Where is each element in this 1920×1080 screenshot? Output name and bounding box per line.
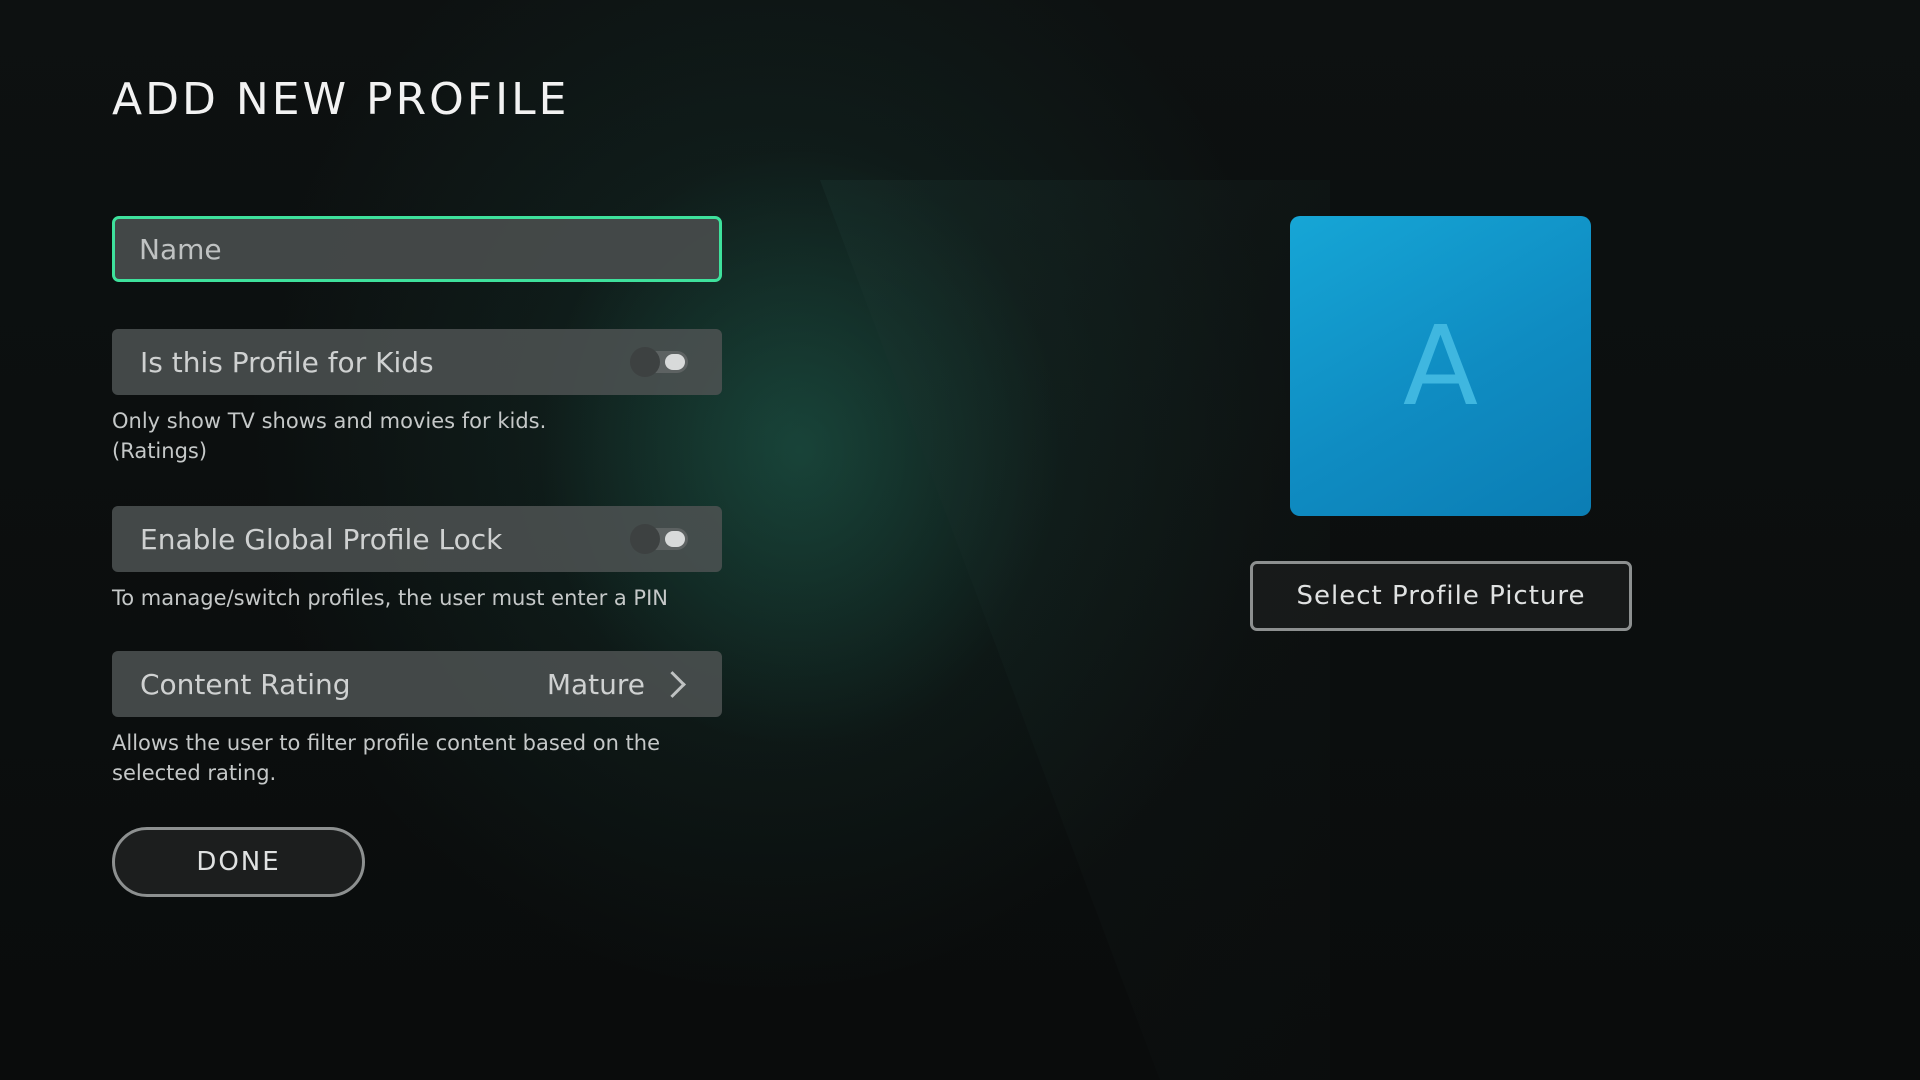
content-rating-value: Mature (546, 667, 645, 701)
global-lock-toggle-row[interactable]: Enable Global Profile Lock (112, 506, 722, 572)
toggle-knob (630, 524, 660, 554)
toggle-track-end (665, 354, 685, 370)
kids-profile-label: Is this Profile for Kids (140, 345, 434, 379)
kids-profile-toggle-row[interactable]: Is this Profile for Kids (112, 329, 722, 395)
profile-avatar: A (1290, 216, 1591, 516)
kids-profile-toggle[interactable] (630, 347, 688, 377)
content-rating-row[interactable]: Content Rating Mature (112, 651, 722, 717)
content-rating-label: Content Rating (140, 667, 351, 701)
name-input[interactable] (137, 231, 719, 267)
avatar-letter: A (1402, 302, 1479, 430)
select-profile-picture-button[interactable]: Select Profile Picture (1250, 561, 1632, 631)
kids-profile-description: Only show TV shows and movies for kids. … (112, 406, 732, 466)
done-button[interactable]: DONE (112, 827, 365, 897)
content-rating-description: Allows the user to filter profile conten… (112, 731, 661, 785)
chevron-right-icon (659, 670, 686, 698)
kids-description-line2: (Ratings) (112, 439, 208, 463)
global-lock-label: Enable Global Profile Lock (140, 522, 503, 556)
toggle-track-end (665, 531, 685, 547)
kids-description-line1: Only show TV shows and movies for kids. (112, 409, 547, 433)
content-rating-selector: Mature (547, 668, 688, 701)
name-field[interactable] (112, 216, 722, 282)
global-lock-toggle[interactable] (630, 524, 688, 554)
page-title: ADD NEW PROFILE (112, 74, 570, 125)
global-lock-description: To manage/switch profiles, the user must… (112, 586, 668, 610)
toggle-knob (630, 347, 660, 377)
